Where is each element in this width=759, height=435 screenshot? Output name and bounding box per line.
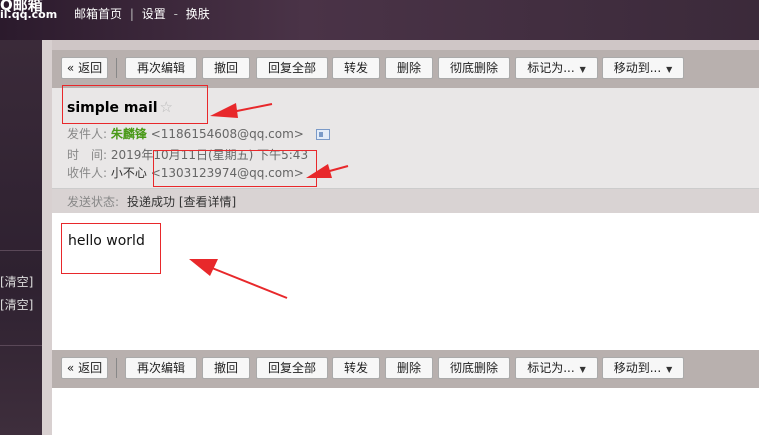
annotation-arrow-recipient-head xyxy=(306,164,332,178)
annotation-arrows xyxy=(189,103,349,299)
annotation-arrow-body-head xyxy=(189,259,218,276)
annotation-arrow-subject-shaft xyxy=(231,103,273,113)
annotation-arrow-body-shaft xyxy=(211,267,288,299)
annotation-arrow-subject-head xyxy=(210,103,238,118)
